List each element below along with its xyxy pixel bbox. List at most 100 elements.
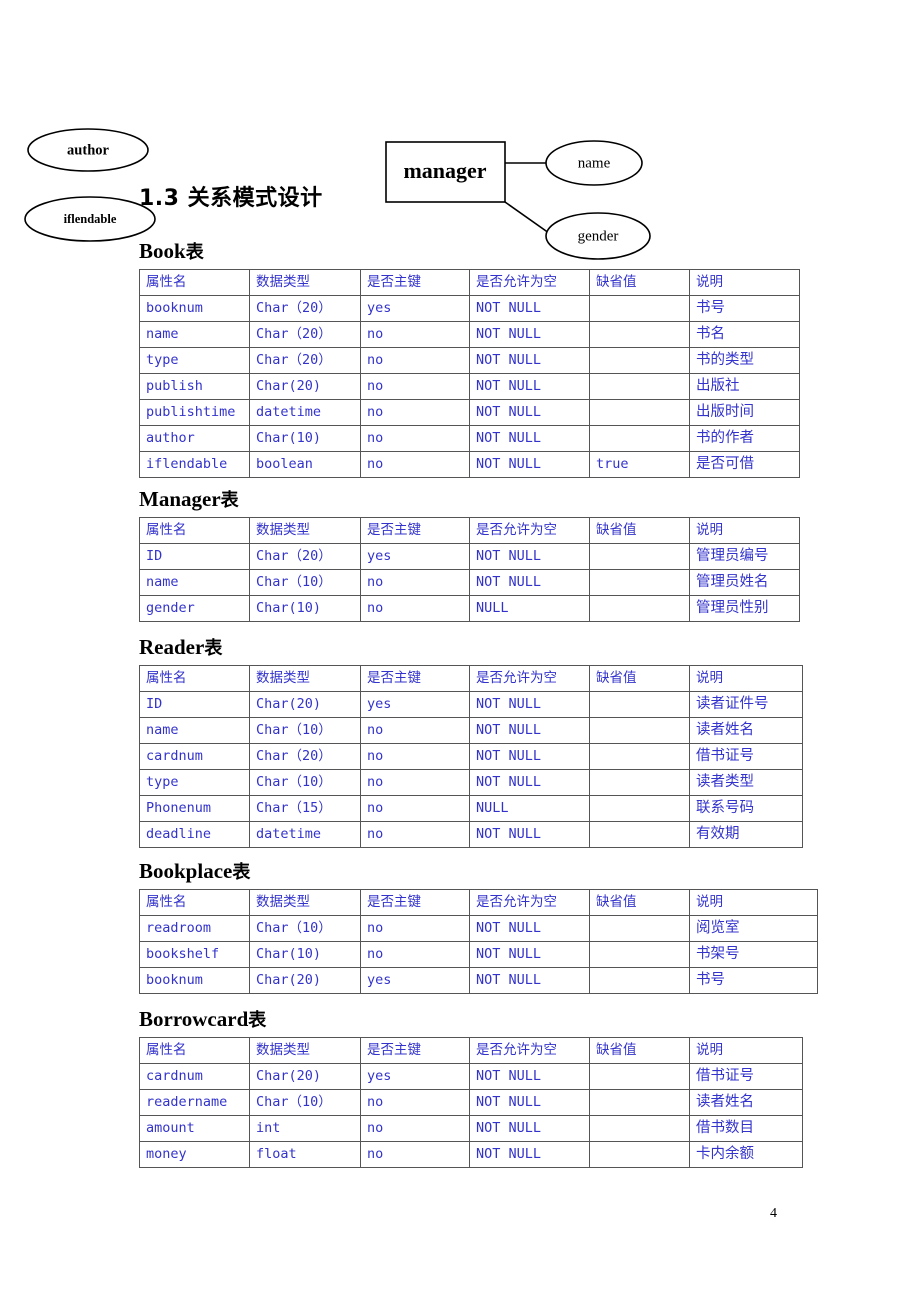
cell-default [589, 769, 690, 796]
cell-attribute: bookshelf [139, 941, 250, 968]
table-header-row: 属性名 数据类型 是否主键 是否允许为空 缺省值 说明 [139, 269, 800, 296]
cell-default [589, 743, 690, 770]
cell-attribute: name [139, 569, 250, 596]
cell-nullable: NOT NULL [469, 425, 590, 452]
table-title-book: Book表 [139, 238, 800, 264]
cell-description: 读者姓名 [689, 717, 803, 744]
cell-nullable: NOT NULL [469, 769, 590, 796]
cell-description: 书的类型 [689, 347, 800, 374]
column-header: 是否主键 [360, 1037, 470, 1064]
cell-nullable: NOT NULL [469, 399, 590, 426]
cell-default [589, 821, 690, 848]
column-header: 是否允许为空 [469, 517, 590, 544]
column-header: 是否允许为空 [469, 1037, 590, 1064]
table-row: bookshelf Char(10) no NOT NULL 书架号 [139, 941, 818, 968]
cell-default [589, 595, 690, 622]
table-title-bookplace-suffix: 表 [232, 862, 251, 883]
cell-datatype: Char（20） [249, 347, 361, 374]
cell-datatype: Char(10) [249, 425, 361, 452]
schema-table-manager: 属性名 数据类型 是否主键 是否允许为空 缺省值 说明 ID Char（20） … [139, 517, 800, 622]
schema-block-bookplace: Bookplace表 属性名 数据类型 是否主键 是否允许为空 缺省值 说明 r… [139, 858, 818, 994]
table-row: publishtime datetime no NOT NULL 出版时间 [139, 399, 800, 426]
cell-attribute: money [139, 1141, 250, 1168]
cell-description: 有效期 [689, 821, 803, 848]
table-header-row: 属性名 数据类型 是否主键 是否允许为空 缺省值 说明 [139, 1037, 803, 1064]
table-row: ID Char(20) yes NOT NULL 读者证件号 [139, 691, 803, 718]
cell-primarykey: no [360, 451, 470, 478]
cell-description: 书号 [689, 295, 800, 322]
cell-nullable: NOT NULL [469, 543, 590, 570]
cell-primarykey: no [360, 821, 470, 848]
cell-primarykey: no [360, 569, 470, 596]
cell-primarykey: no [360, 1141, 470, 1168]
column-header: 说明 [689, 517, 800, 544]
cell-description: 书号 [689, 967, 818, 994]
table-row: publish Char(20) no NOT NULL 出版社 [139, 373, 800, 400]
cell-nullable: NOT NULL [469, 691, 590, 718]
table-header-row: 属性名 数据类型 是否主键 是否允许为空 缺省值 说明 [139, 517, 800, 544]
document-page: author iflendable manager name gender 1.… [0, 0, 920, 1302]
schema-table-borrowcard: 属性名 数据类型 是否主键 是否允许为空 缺省值 说明 cardnum Char… [139, 1037, 803, 1168]
cell-default [589, 915, 690, 942]
er-attribute-iflendable-ellipse [24, 196, 156, 242]
cell-attribute: readroom [139, 915, 250, 942]
cell-datatype: Char（20） [249, 295, 361, 322]
cell-attribute: booknum [139, 967, 250, 994]
cell-description: 管理员性别 [689, 595, 800, 622]
table-title-borrowcard-name: Borrowcard [139, 1007, 249, 1031]
table-title-manager: Manager表 [139, 486, 800, 512]
cell-default [589, 967, 690, 994]
cell-datatype: float [249, 1141, 361, 1168]
cell-default: true [589, 451, 690, 478]
cell-default [589, 1115, 690, 1142]
er-attribute-author-label: author [67, 142, 109, 158]
cell-attribute: type [139, 347, 250, 374]
cell-nullable: NOT NULL [469, 1063, 590, 1090]
column-header: 说明 [689, 1037, 803, 1064]
table-row: name Char（10） no NOT NULL 读者姓名 [139, 717, 803, 744]
cell-attribute: cardnum [139, 743, 250, 770]
cell-attribute: type [139, 769, 250, 796]
table-title-book-name: Book [139, 239, 186, 263]
cell-default [589, 717, 690, 744]
cell-nullable: NOT NULL [469, 295, 590, 322]
cell-primarykey: no [360, 321, 470, 348]
table-row: type Char（10） no NOT NULL 读者类型 [139, 769, 803, 796]
table-title-bookplace: Bookplace表 [139, 858, 818, 884]
cell-primarykey: no [360, 941, 470, 968]
table-title-borrowcard-suffix: 表 [248, 1010, 267, 1031]
cell-default [589, 941, 690, 968]
schema-block-book: Book表 属性名 数据类型 是否主键 是否允许为空 缺省值 说明 booknu… [139, 238, 800, 478]
cell-description: 借书证号 [689, 1063, 803, 1090]
cell-datatype: Char（20） [249, 543, 361, 570]
table-row: cardnum Char（20） no NOT NULL 借书证号 [139, 743, 803, 770]
cell-description: 借书证号 [689, 743, 803, 770]
table-title-borrowcard: Borrowcard表 [139, 1006, 803, 1032]
cell-attribute: deadline [139, 821, 250, 848]
cell-default [589, 543, 690, 570]
cell-description: 阅览室 [689, 915, 818, 942]
cell-datatype: Char(20) [249, 967, 361, 994]
table-row: deadline datetime no NOT NULL 有效期 [139, 821, 803, 848]
table-title-reader: Reader表 [139, 634, 803, 660]
cell-description: 是否可借 [689, 451, 800, 478]
cell-description: 出版社 [689, 373, 800, 400]
table-row: booknum Char（20） yes NOT NULL 书号 [139, 295, 800, 322]
cell-nullable: NOT NULL [469, 941, 590, 968]
cell-description: 读者类型 [689, 769, 803, 796]
table-header-row: 属性名 数据类型 是否主键 是否允许为空 缺省值 说明 [139, 889, 818, 916]
cell-description: 借书数目 [689, 1115, 803, 1142]
cell-datatype: Char(20) [249, 1063, 361, 1090]
cell-attribute: amount [139, 1115, 250, 1142]
table-header-row: 属性名 数据类型 是否主键 是否允许为空 缺省值 说明 [139, 665, 803, 692]
table-title-bookplace-name: Bookplace [139, 859, 233, 883]
cell-datatype: Char(20) [249, 373, 361, 400]
cell-primarykey: no [360, 769, 470, 796]
er-entity-manager-box [385, 141, 506, 203]
column-header: 是否允许为空 [469, 665, 590, 692]
cell-default [589, 1089, 690, 1116]
cell-datatype: Char（20） [249, 321, 361, 348]
cell-datatype: Char（10） [249, 915, 361, 942]
cell-description: 读者姓名 [689, 1089, 803, 1116]
cell-primarykey: no [360, 915, 470, 942]
